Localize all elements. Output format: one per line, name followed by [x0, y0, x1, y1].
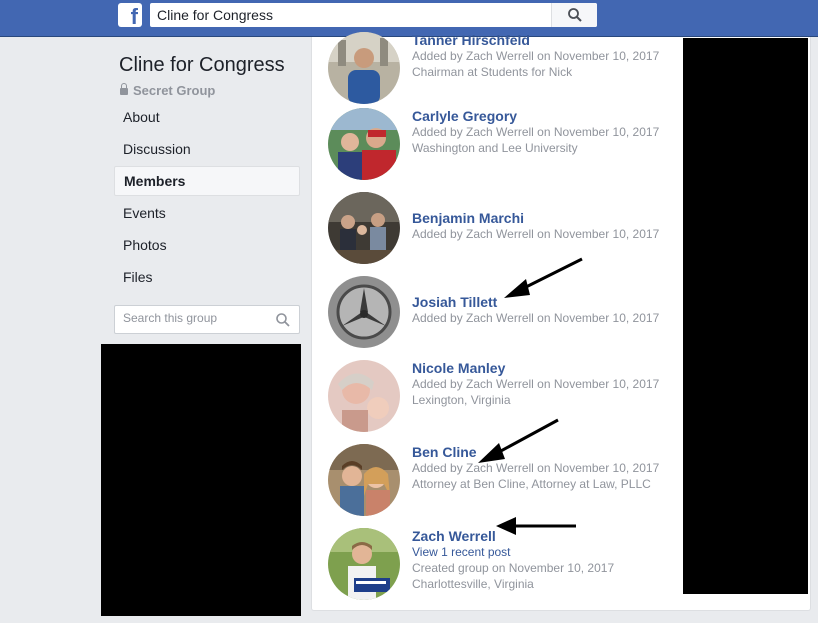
arrow-icon [478, 418, 559, 463]
avatar[interactable] [328, 528, 400, 600]
nav-item-members[interactable]: Members [114, 166, 300, 196]
redaction-box [101, 344, 301, 616]
search-button[interactable] [551, 3, 597, 27]
nav-item-photos[interactable]: Photos [114, 230, 300, 260]
lock-icon [120, 83, 128, 95]
avatar[interactable] [328, 276, 400, 348]
search-box [150, 3, 597, 27]
avatar[interactable] [328, 108, 400, 180]
group-title[interactable]: Cline for Congress [119, 54, 285, 77]
avatar[interactable] [328, 32, 400, 104]
nav-item-events[interactable]: Events [114, 198, 300, 228]
search-input[interactable] [150, 3, 550, 27]
search-icon[interactable] [276, 313, 290, 327]
nav-item-files[interactable]: Files [114, 262, 300, 292]
redaction-box [683, 38, 808, 594]
privacy-label: Secret Group [133, 83, 216, 98]
group-search-box [114, 305, 300, 334]
group-nav: About Discussion Members Events Photos F… [114, 102, 300, 294]
group-search-input[interactable] [123, 311, 273, 325]
arrow-icon [504, 257, 583, 298]
nav-item-about[interactable]: About [114, 102, 300, 132]
avatar[interactable] [328, 360, 400, 432]
arrow-icon [496, 517, 576, 535]
avatar[interactable] [328, 444, 400, 516]
search-icon [568, 8, 582, 22]
nav-item-discussion[interactable]: Discussion [114, 134, 300, 164]
avatar[interactable] [328, 192, 400, 264]
facebook-logo-icon[interactable]: f [118, 3, 142, 27]
group-privacy: Secret Group [120, 83, 215, 98]
